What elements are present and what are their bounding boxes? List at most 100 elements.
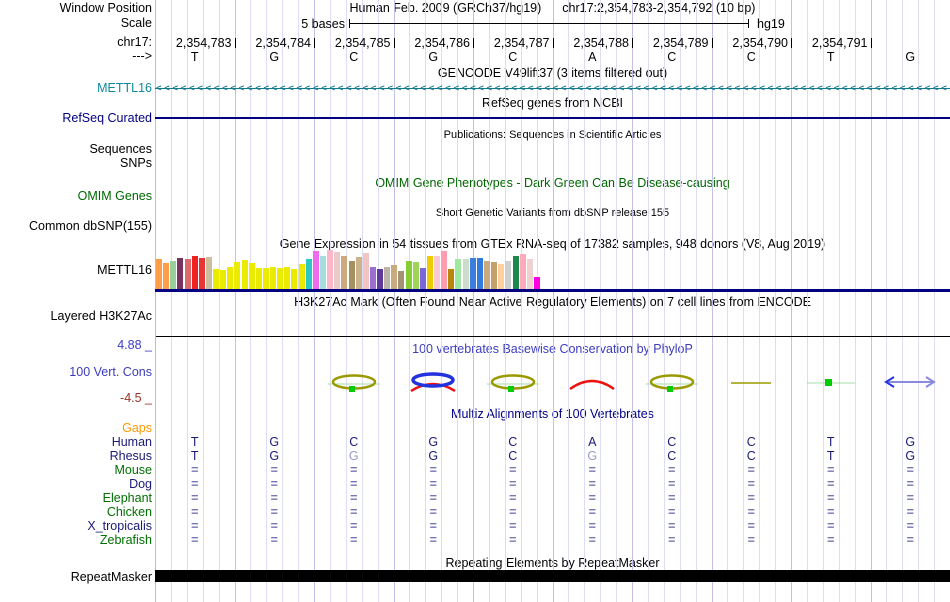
ruler-coordinate[interactable]: 2,354,790	[713, 36, 788, 50]
alignment-base-cell[interactable]: =	[155, 534, 235, 547]
alignment-base-cell[interactable]: =	[473, 464, 553, 477]
publications-snps-label[interactable]: SNPs	[0, 157, 152, 170]
alignment-base-cell[interactable]: C	[473, 436, 553, 449]
alignment-base-cell[interactable]: =	[871, 520, 950, 533]
alignment-base-cell[interactable]: G	[235, 436, 315, 449]
gtex-expression-bar[interactable]	[419, 268, 426, 289]
strand-direction-arrow[interactable]: --->	[0, 50, 152, 63]
gtex-expression-bar[interactable]	[491, 262, 498, 289]
ruler-coordinate[interactable]: 2,354,791	[793, 36, 868, 50]
alignment-base-cell[interactable]: =	[155, 492, 235, 505]
alignment-base-cell[interactable]: =	[314, 520, 394, 533]
ruler-base-letter[interactable]: G	[871, 50, 950, 64]
alignment-species-label[interactable]: Chicken	[0, 506, 152, 519]
alignment-base-cell[interactable]: =	[235, 478, 315, 491]
ruler-coordinate[interactable]: 2,354,783	[157, 36, 232, 50]
ruler-base-letter[interactable]: C	[632, 50, 712, 64]
gtex-expression-bar[interactable]	[476, 258, 483, 289]
alignment-base-cell[interactable]: =	[632, 464, 712, 477]
alignment-base-cell[interactable]: =	[394, 478, 474, 491]
gtex-expression-bar[interactable]	[327, 250, 334, 289]
gtex-expression-bar[interactable]	[405, 261, 412, 289]
alignment-base-cell[interactable]: =	[394, 520, 474, 533]
alignment-species-label[interactable]: Mouse	[0, 464, 152, 477]
alignment-base-cell[interactable]: G	[235, 450, 315, 463]
gtex-expression-bar[interactable]	[426, 256, 433, 289]
gtex-expression-bar[interactable]	[362, 253, 369, 289]
gtex-expression-bar[interactable]	[255, 268, 262, 289]
gtex-expression-bar[interactable]	[227, 267, 234, 289]
gtex-expression-bar[interactable]	[377, 269, 384, 289]
alignment-base-cell[interactable]: =	[553, 464, 633, 477]
refseq-gene-line[interactable]	[155, 117, 950, 119]
publications-sequences-label[interactable]: Sequences	[0, 143, 152, 156]
gtex-expression-bar[interactable]	[369, 267, 376, 289]
alignment-base-cell[interactable]: =	[871, 464, 950, 477]
alignment-base-cell[interactable]: =	[155, 506, 235, 519]
alignment-base-cell[interactable]: =	[791, 492, 871, 505]
alignment-base-cell[interactable]: =	[632, 492, 712, 505]
alignment-base-cell[interactable]: =	[473, 534, 553, 547]
alignment-base-cell[interactable]: =	[791, 506, 871, 519]
alignment-base-cell[interactable]: =	[314, 534, 394, 547]
gtex-expression-bar[interactable]	[248, 263, 255, 289]
ruler-base-letter[interactable]: C	[473, 50, 553, 64]
conservation-glyph-olive-ellipse[interactable]	[326, 371, 382, 395]
alignment-base-cell[interactable]: =	[871, 478, 950, 491]
gtex-expression-bar[interactable]	[455, 259, 462, 289]
alignment-base-cell[interactable]: =	[155, 520, 235, 533]
gtex-expression-bar[interactable]	[312, 251, 319, 289]
alignment-base-cell[interactable]: =	[235, 506, 315, 519]
alignment-base-cell[interactable]: =	[314, 506, 394, 519]
omim-genes-label[interactable]: OMIM Genes	[0, 190, 152, 203]
alignment-base-cell[interactable]: =	[632, 478, 712, 491]
gtex-expression-bar[interactable]	[220, 270, 227, 289]
gtex-expression-bar[interactable]	[355, 257, 362, 289]
conservation-glyph-blue-arrow[interactable]	[882, 371, 938, 395]
alignment-base-cell[interactable]: G	[553, 450, 633, 463]
alignment-base-cell[interactable]: =	[314, 492, 394, 505]
gtex-expression-bar[interactable]	[398, 271, 405, 289]
gtex-expression-bar[interactable]	[441, 251, 448, 289]
conservation-glyph-olive-ellipse[interactable]	[485, 371, 541, 395]
alignment-species-label[interactable]: Rhesus	[0, 450, 152, 463]
alignment-base-cell[interactable]: =	[791, 534, 871, 547]
gtex-expression-bar[interactable]	[284, 267, 291, 289]
ruler-coordinate[interactable]: 2,354,785	[316, 36, 391, 50]
alignment-species-label[interactable]: Zebrafish	[0, 534, 152, 547]
ruler-coordinate[interactable]: 2,354,787	[475, 36, 550, 50]
gtex-expression-bar[interactable]	[262, 268, 269, 289]
gtex-expression-bar[interactable]	[512, 256, 519, 289]
gtex-expression-bar[interactable]	[469, 258, 476, 289]
gencode-gene-label[interactable]: METTL16	[0, 82, 152, 95]
gtex-expression-bar[interactable]	[213, 269, 220, 289]
alignment-base-cell[interactable]: C	[632, 450, 712, 463]
alignment-base-cell[interactable]: =	[712, 506, 792, 519]
conservation-glyph-red-arc[interactable]	[564, 371, 620, 395]
alignment-base-cell[interactable]: A	[553, 436, 633, 449]
alignment-base-cell[interactable]: C	[473, 450, 553, 463]
alignment-base-cell[interactable]: =	[632, 520, 712, 533]
alignment-base-cell[interactable]: =	[632, 534, 712, 547]
alignment-base-cell[interactable]: =	[553, 506, 633, 519]
alignment-base-cell[interactable]: =	[394, 492, 474, 505]
alignment-base-cell[interactable]: =	[712, 492, 792, 505]
alignment-base-cell[interactable]: =	[314, 478, 394, 491]
alignment-base-cell[interactable]: G	[871, 450, 950, 463]
gtex-expression-bar[interactable]	[163, 263, 170, 289]
gtex-expression-bar[interactable]	[191, 256, 198, 289]
gtex-expression-bar[interactable]	[526, 259, 533, 289]
alignment-base-cell[interactable]: C	[712, 450, 792, 463]
alignment-base-cell[interactable]: C	[314, 436, 394, 449]
gtex-expression-bar[interactable]	[533, 277, 540, 289]
conservation-glyph-olive-line[interactable]	[723, 371, 779, 395]
alignment-base-cell[interactable]: =	[791, 478, 871, 491]
gtex-expression-bar[interactable]	[184, 259, 191, 289]
gtex-gene-label[interactable]: METTL16	[0, 264, 152, 277]
gtex-expression-bar[interactable]	[334, 252, 341, 289]
repeatmasker-label[interactable]: RepeatMasker	[0, 571, 152, 584]
layered-h3k27ac-label[interactable]: Layered H3K27Ac	[0, 310, 152, 323]
alignment-base-cell[interactable]: C	[632, 436, 712, 449]
alignment-species-label[interactable]: Gaps	[0, 422, 152, 435]
gtex-expression-bar[interactable]	[341, 256, 348, 289]
